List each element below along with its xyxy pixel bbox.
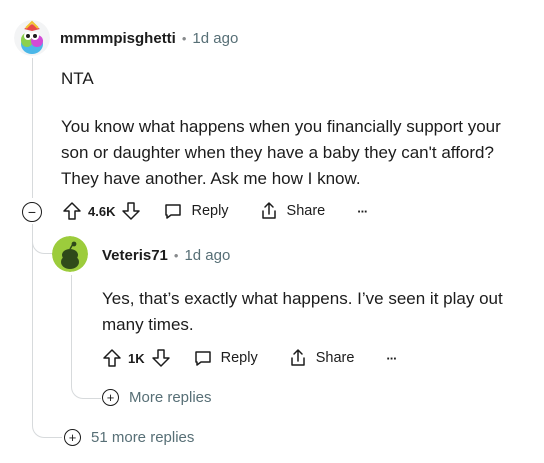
thread-branch-more <box>32 412 62 438</box>
comment-paragraph: You know what happens when you financial… <box>61 117 501 188</box>
thread-more-replies-label: 51 more replies <box>91 429 195 446</box>
upvote-icon <box>103 349 121 367</box>
more-replies-label: More replies <box>129 389 212 406</box>
reply-text: Yes, that’s exactly what happens. I’ve s… <box>102 289 503 334</box>
reply-user-avatar[interactable] <box>52 236 88 272</box>
reply-reply-button[interactable]: Reply <box>193 348 258 368</box>
reply-downvote-button[interactable] <box>151 348 171 368</box>
comment-icon <box>165 204 182 219</box>
thread-line-main-lower <box>32 224 33 414</box>
reply-header: Veteris71 • 1d ago <box>102 247 230 264</box>
reply-button[interactable]: Reply <box>163 201 229 221</box>
reply-more-options-button[interactable]: ··· <box>386 350 397 366</box>
comment-icon <box>194 351 211 366</box>
username[interactable]: mmmmpisghetti <box>60 30 176 47</box>
separator-dot: • <box>181 31 187 46</box>
comment-body-line-1: NTA <box>61 66 94 92</box>
share-icon <box>290 349 305 366</box>
reply-timestamp[interactable]: 1d ago <box>184 247 230 264</box>
comment-header: mmmmpisghetti • 1d ago <box>60 30 238 47</box>
reply-label: Reply <box>191 203 229 219</box>
reply-label: Reply <box>220 350 258 366</box>
timestamp[interactable]: 1d ago <box>192 30 238 47</box>
reply-body: Yes, that’s exactly what happens. I’ve s… <box>102 286 522 338</box>
reply-upvote-button[interactable] <box>102 348 122 368</box>
share-icon <box>261 202 276 219</box>
upvote-icon <box>63 202 81 220</box>
share-label: Share <box>315 350 355 366</box>
user-avatar[interactable] <box>14 20 50 56</box>
thread-more-replies-button[interactable]: + 51 more replies <box>64 429 194 446</box>
downvote-icon <box>122 202 141 220</box>
collapse-icon: − <box>27 203 37 220</box>
more-options-button[interactable]: ··· <box>357 203 368 219</box>
vote-count: 4.6K <box>88 203 116 219</box>
comment-body-paragraph: You know what happens when you financial… <box>61 114 531 192</box>
more-replies-button[interactable]: + More replies <box>102 389 212 406</box>
plus-icon: + <box>64 429 81 446</box>
thread-branch-reply <box>32 224 54 254</box>
upvote-button[interactable] <box>62 201 82 221</box>
comment-actions: 4.6K Reply Share ··· <box>62 198 368 224</box>
downvote-icon <box>151 349 170 367</box>
plus-icon: + <box>102 389 119 406</box>
share-label: Share <box>286 203 326 219</box>
collapse-button[interactable]: − <box>22 202 42 222</box>
reply-vote-count: 1K <box>128 350 145 366</box>
separator-dot: • <box>173 248 179 263</box>
reply-username[interactable]: Veteris71 <box>102 247 168 264</box>
thread-branch-reply-more <box>71 374 101 399</box>
reply-share-button[interactable]: Share <box>288 348 355 368</box>
more-options-icon: ··· <box>357 203 368 219</box>
more-options-icon: ··· <box>386 350 397 366</box>
thread-line-reply <box>71 275 72 375</box>
share-button[interactable]: Share <box>259 201 326 221</box>
downvote-button[interactable] <box>121 201 141 221</box>
comment-paragraph: NTA <box>61 69 94 88</box>
reply-actions: 1K Reply Share ··· <box>102 345 397 371</box>
thread-line-main <box>32 58 33 198</box>
